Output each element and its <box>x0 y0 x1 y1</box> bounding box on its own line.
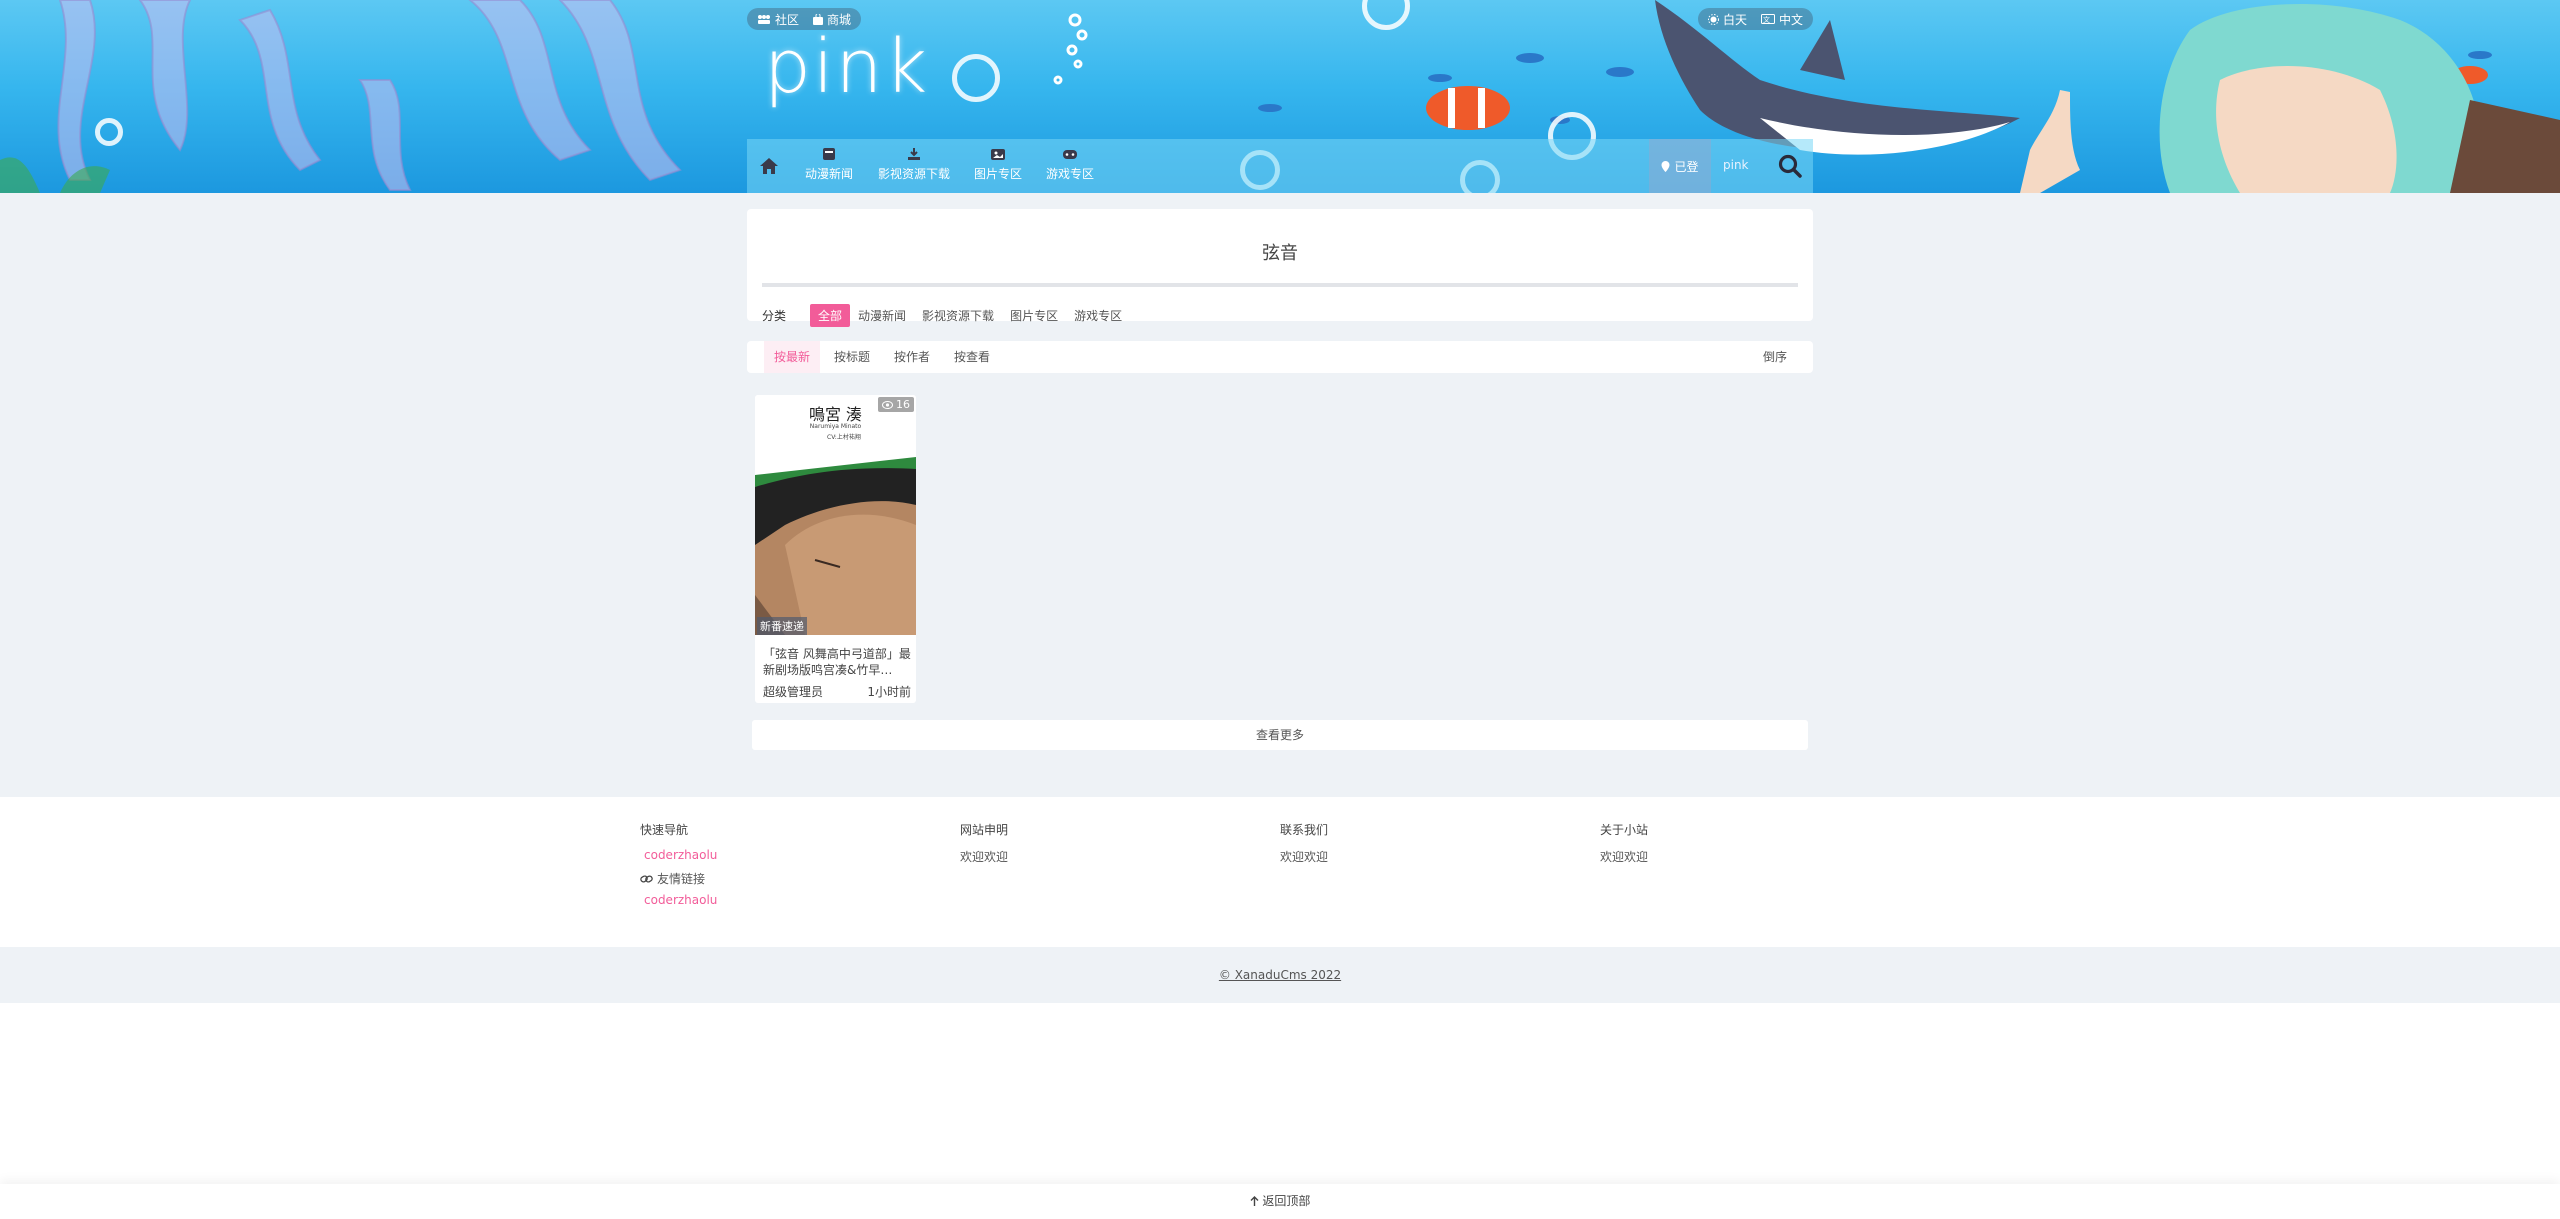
home-icon[interactable] <box>757 154 781 178</box>
footer: 快速导航 coderzhaolu 友情链接 coderzhaolu 网站申明 欢… <box>0 797 2560 947</box>
footer-heading: 快速导航 <box>640 823 689 837</box>
footer-text: 欢迎欢迎 <box>1600 850 1649 864</box>
copyright-link[interactable]: © XanaduCms 2022 <box>1219 968 1341 982</box>
nav-item-video-download[interactable]: 影视资源下载 <box>878 147 950 182</box>
main-content: 弦音 分类 全部 动漫新闻 影视资源下载 图片专区 游戏专区 按最新 按标题 按… <box>0 193 2560 797</box>
category-panel: 弦音 分类 全部 动漫新闻 影视资源下载 图片专区 游戏专区 <box>747 209 1813 327</box>
footer-quick-nav: 快速导航 coderzhaolu 友情链接 coderzhaolu <box>640 821 717 907</box>
nav-item-games[interactable]: 游戏专区 <box>1046 147 1094 182</box>
post-category-tag: 新番速递 <box>757 617 807 635</box>
shop-icon <box>813 13 824 25</box>
back-to-top-label: 返回顶部 <box>1262 1194 1311 1208</box>
sort-by-author[interactable]: 按作者 <box>884 341 940 373</box>
friend-links-heading: 友情链接 <box>640 870 717 887</box>
sort-by-title[interactable]: 按标题 <box>824 341 880 373</box>
footer-statement: 网站申明 欢迎欢迎 <box>960 821 1008 865</box>
theme-toggle[interactable]: 白天 <box>1708 11 1747 28</box>
page-title: 弦音 <box>1262 243 1298 264</box>
load-more-button[interactable]: 查看更多 <box>752 720 1808 750</box>
footer-text: 欢迎欢迎 <box>1280 850 1329 864</box>
community-icon <box>758 15 770 24</box>
category-filter: 分类 全部 动漫新闻 影视资源下载 图片专区 游戏专区 <box>762 304 1130 327</box>
bubble-decoration <box>952 54 1000 102</box>
top-right-links: 白天 文 中文 <box>1698 8 1814 30</box>
header-banner: 社区 商城 白天 文 中文 pink 动漫新闻 影视资源下载 图片专区 游戏专区… <box>0 0 2560 193</box>
thumbnail-romaji: Narumiya Minato <box>809 423 862 430</box>
back-to-top-button[interactable]: 返回顶部 <box>0 1184 2560 1219</box>
nav-item-label: 动漫新闻 <box>805 167 854 181</box>
footer-text: 欢迎欢迎 <box>960 850 1009 864</box>
site-logo[interactable]: pink <box>764 30 929 104</box>
eye-icon <box>882 400 893 409</box>
nav-item-anime-news[interactable]: 动漫新闻 <box>805 147 853 182</box>
copyright-bar: © XanaduCms 2022 <box>0 947 2560 1003</box>
theme-label: 白天 <box>1723 12 1748 27</box>
nav-item-label: 影视资源下载 <box>878 167 951 181</box>
nav-item-label: 图片专区 <box>974 167 1023 181</box>
search-icon[interactable] <box>1777 153 1803 179</box>
bubble-decoration <box>95 118 123 146</box>
category-option-all[interactable]: 全部 <box>810 304 851 327</box>
login-status-button[interactable]: 已登 <box>1649 139 1711 193</box>
nav-item-label: 游戏专区 <box>1046 167 1095 181</box>
footer-about: 关于小站 欢迎欢迎 <box>1600 821 1648 865</box>
category-label: 分类 <box>762 309 787 323</box>
link-icon <box>640 874 653 883</box>
footer-heading: 关于小站 <box>1600 823 1649 837</box>
post-time: 1小时前 <box>867 685 911 699</box>
view-count: 16 <box>896 398 910 411</box>
user-menu[interactable]: pink <box>1723 158 1749 172</box>
language-icon: 文 <box>1761 14 1776 24</box>
category-option-anime-news[interactable]: 动漫新闻 <box>850 304 914 327</box>
title-divider <box>762 283 1798 287</box>
language-label: 中文 <box>1779 12 1804 27</box>
category-option-games[interactable]: 游戏专区 <box>1066 304 1130 327</box>
thumbnail-cv: CV:上村祐翔 <box>827 434 861 441</box>
news-icon <box>823 148 835 160</box>
footer-heading: 网站申明 <box>960 823 1009 837</box>
login-label: 已登 <box>1674 159 1699 174</box>
category-option-video-download[interactable]: 影视资源下载 <box>914 304 1002 327</box>
image-icon <box>991 149 1005 160</box>
thumbnail-artwork <box>755 395 916 635</box>
view-count-badge: 16 <box>878 397 914 412</box>
download-icon <box>908 148 920 160</box>
svg-text:文: 文 <box>1763 15 1770 24</box>
language-toggle[interactable]: 文 中文 <box>1761 11 1803 28</box>
sort-order-toggle[interactable]: 倒序 <box>1763 341 1787 373</box>
gamepad-icon <box>1063 150 1077 159</box>
footer-heading: 联系我们 <box>1280 823 1329 837</box>
footer-link[interactable]: coderzhaolu <box>644 848 717 862</box>
arrow-up-icon <box>1250 1196 1259 1206</box>
post-author: 超级管理员 <box>763 685 824 699</box>
sort-by-latest[interactable]: 按最新 <box>764 341 821 373</box>
post-title[interactable]: 「弦音 风舞高中弓道部」最新剧场版鸣宫凑&竹早… <box>763 646 911 678</box>
nav-item-images[interactable]: 图片专区 <box>974 147 1022 182</box>
location-icon <box>1661 160 1670 172</box>
post-meta: 超级管理员 1小时前 <box>763 683 911 700</box>
sort-by-views[interactable]: 按查看 <box>944 341 1000 373</box>
sun-icon <box>1708 13 1719 25</box>
post-thumbnail[interactable]: 鳴宮 湊 Narumiya Minato CV:上村祐翔 16 新番速递 <box>755 395 916 635</box>
footer-contact: 联系我们 欢迎欢迎 <box>1280 821 1328 865</box>
sort-bar: 按最新 按标题 按作者 按查看 倒序 <box>747 341 1813 373</box>
friend-links-label: 友情链接 <box>657 872 706 886</box>
category-option-images[interactable]: 图片专区 <box>1002 304 1066 327</box>
footer-friend-link[interactable]: coderzhaolu <box>644 893 717 907</box>
main-navbar: 动漫新闻 影视资源下载 图片专区 游戏专区 已登 pink <box>747 139 1813 193</box>
post-card[interactable]: 鳴宮 湊 Narumiya Minato CV:上村祐翔 16 新番速递 「弦音… <box>755 395 916 703</box>
